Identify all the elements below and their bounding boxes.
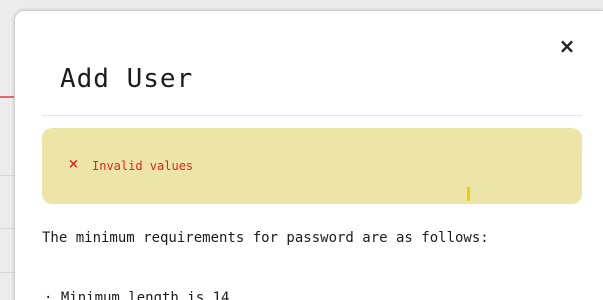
header-divider [42,115,582,116]
error-alert: × Invalid values [42,128,582,204]
text-cursor-marker [467,187,470,201]
background-page-accent-line [0,96,14,98]
password-requirements-intro: The minimum requirements for password ar… [42,230,489,246]
error-x-icon: × [68,157,79,172]
background-page-separator [0,228,14,229]
password-requirement-item: · Minimum length is 14 [44,290,230,300]
add-user-modal: × Add User × Invalid values The minimum … [14,10,603,300]
modal-title: Add User [60,64,194,94]
error-message: Invalid values [92,159,194,173]
background-page-separator [0,175,14,176]
background-page-separator [0,272,14,273]
screen: × Add User × Invalid values The minimum … [0,0,603,300]
close-icon[interactable]: × [557,36,577,56]
